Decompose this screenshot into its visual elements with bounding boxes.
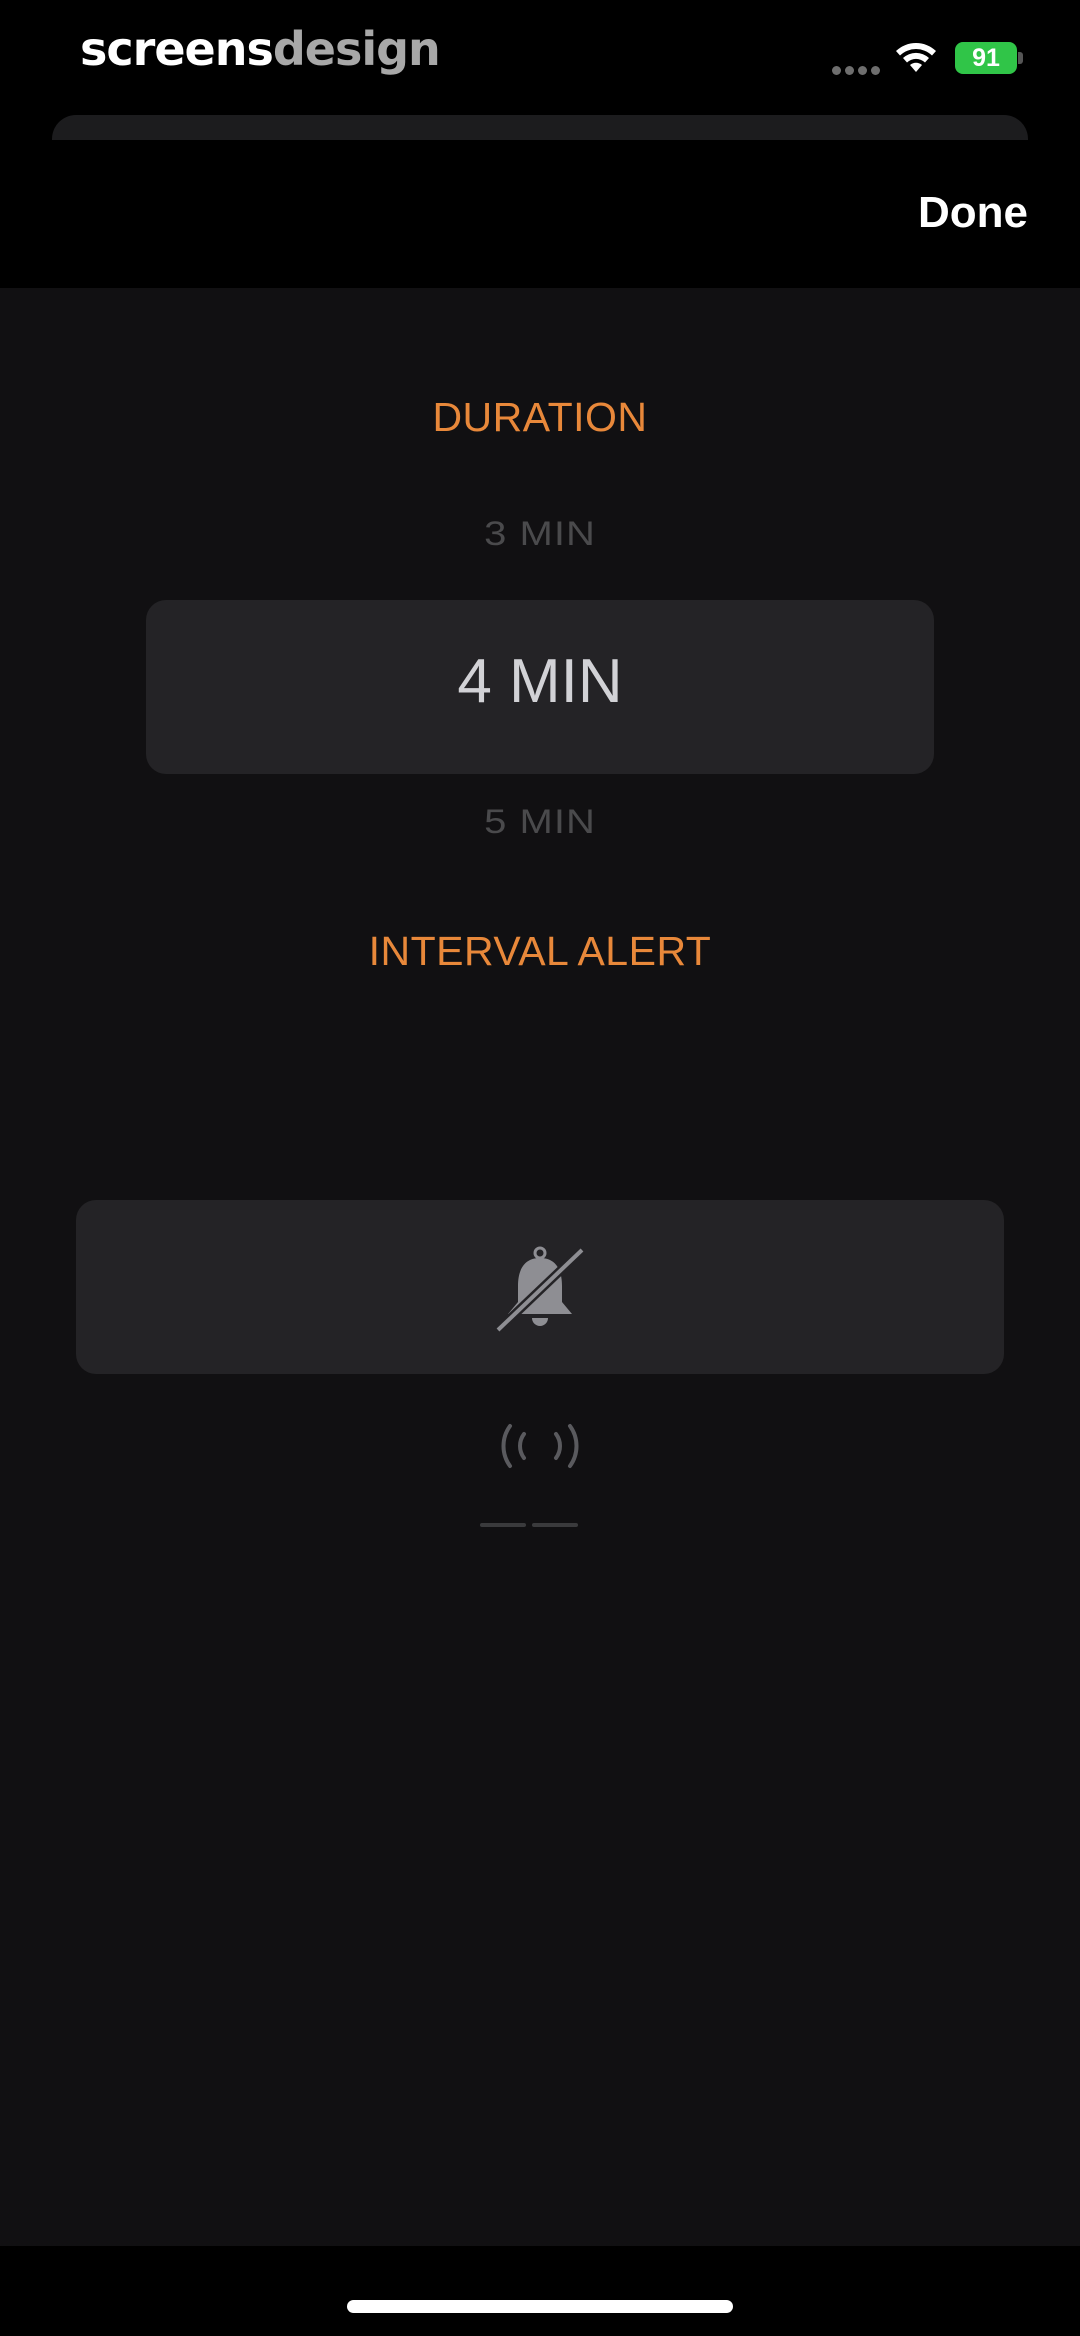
done-button[interactable]: Done <box>918 188 1028 238</box>
brand-logo: screensdesign <box>80 22 441 76</box>
interval-alert-title: INTERVAL ALERT <box>368 928 712 974</box>
battery-icon: 91 <box>955 42 1023 74</box>
duration-option-prev[interactable]: 3 MIN <box>0 515 1080 553</box>
top-bar: Done <box>0 140 1080 288</box>
bottom-bar <box>0 2246 1080 2336</box>
wifi-icon <box>896 43 936 72</box>
faint-alert-option[interactable] <box>480 1514 600 1527</box>
status-bar: screensdesign 91 <box>0 0 1080 110</box>
battery-level: 91 <box>955 42 1017 74</box>
duration-option-next[interactable]: 5 MIN <box>0 803 1080 841</box>
brand-primary: screens <box>80 22 274 76</box>
duration-title: DURATION <box>432 394 648 440</box>
bell-off-icon[interactable] <box>494 1242 586 1334</box>
duration-option-selected[interactable]: 4 MIN <box>146 646 934 717</box>
home-indicator[interactable] <box>347 2300 733 2313</box>
signal-icon <box>832 62 884 75</box>
brand-secondary: design <box>272 22 441 76</box>
settings-sheet: DURATION 3 MIN 4 MIN 5 MIN INTERVAL ALER… <box>0 288 1080 2246</box>
vibrate-icon[interactable] <box>496 1422 584 1470</box>
screen: screensdesign 91 Done DURATION 3 MIN 4 M… <box>0 0 1080 2336</box>
